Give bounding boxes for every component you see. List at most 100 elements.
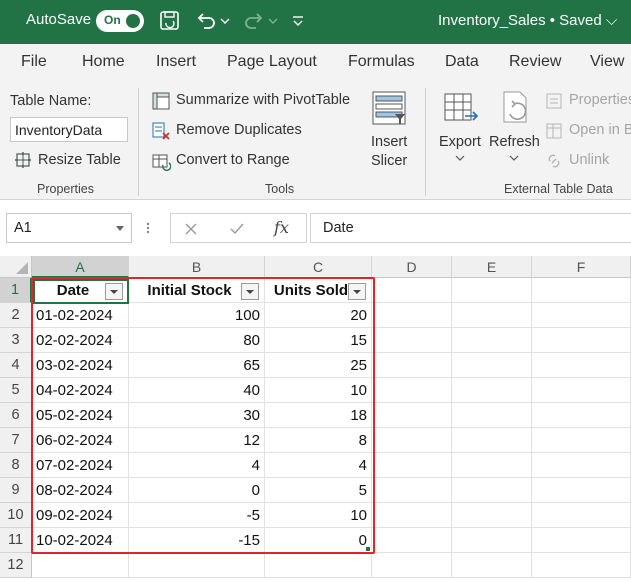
chevron-down-icon[interactable] xyxy=(116,226,124,231)
empty-cell[interactable] xyxy=(532,303,631,328)
column-header-a[interactable]: A xyxy=(32,256,129,278)
ribbon-tabs: File Home Insert Page Layout Formulas Da… xyxy=(0,44,631,82)
open-in-browser-button[interactable]: Open in B xyxy=(569,122,631,138)
tab-formulas[interactable]: Formulas xyxy=(348,53,415,71)
empty-cell[interactable] xyxy=(372,478,452,503)
cancel-icon[interactable] xyxy=(183,221,199,237)
column-header-e[interactable]: E xyxy=(452,256,532,278)
empty-cell[interactable] xyxy=(532,478,631,503)
empty-cell[interactable] xyxy=(532,353,631,378)
column-header-b[interactable]: B xyxy=(129,256,265,278)
empty-cell[interactable] xyxy=(372,328,452,353)
row-header-6[interactable]: 6 xyxy=(0,403,32,428)
row-header-11[interactable]: 11 xyxy=(0,528,32,553)
empty-cell[interactable] xyxy=(532,403,631,428)
empty-cell[interactable] xyxy=(532,378,631,403)
column-header-d[interactable]: D xyxy=(372,256,452,278)
empty-cell[interactable] xyxy=(372,278,452,303)
insert-slicer-button-line2[interactable]: Slicer xyxy=(371,153,407,169)
row-header-5[interactable]: 5 xyxy=(0,378,32,403)
row-header-4[interactable]: 4 xyxy=(0,353,32,378)
select-all-button[interactable] xyxy=(0,256,32,278)
tab-file[interactable]: File xyxy=(21,53,47,71)
empty-cell[interactable] xyxy=(372,528,452,553)
empty-cell[interactable] xyxy=(452,328,532,353)
undo-icon[interactable] xyxy=(194,9,218,33)
tab-data[interactable]: Data xyxy=(445,53,479,71)
summarize-pivot-button[interactable]: Summarize with PivotTable xyxy=(176,92,350,108)
empty-cell[interactable] xyxy=(532,553,631,578)
empty-cell[interactable] xyxy=(372,503,452,528)
empty-cell[interactable] xyxy=(452,478,532,503)
name-box[interactable]: A1 xyxy=(6,213,132,243)
open-in-browser-icon xyxy=(546,123,562,139)
empty-cell[interactable] xyxy=(372,353,452,378)
resize-table-button[interactable]: Resize Table xyxy=(38,152,121,168)
tab-insert[interactable]: Insert xyxy=(156,53,196,71)
formula-actions: fx xyxy=(170,213,307,243)
tab-view[interactable]: View xyxy=(590,53,624,71)
insert-slicer-button[interactable]: Insert xyxy=(371,134,407,150)
empty-cell[interactable] xyxy=(372,403,452,428)
row-header-3[interactable]: 3 xyxy=(0,328,32,353)
empty-cell[interactable] xyxy=(532,453,631,478)
refresh-dropdown-icon[interactable] xyxy=(509,155,519,163)
column-header-c[interactable]: C xyxy=(265,256,372,278)
row-header-8[interactable]: 8 xyxy=(0,453,32,478)
autosave-toggle[interactable]: On xyxy=(96,10,144,32)
document-title[interactable]: Inventory_Sales • Saved ⌵ xyxy=(438,12,617,29)
row-header-12[interactable]: 12 xyxy=(0,553,32,578)
empty-cell[interactable] xyxy=(372,453,452,478)
table-name-input[interactable] xyxy=(10,117,128,142)
row-header-2[interactable]: 2 xyxy=(0,303,32,328)
table-resize-handle[interactable] xyxy=(366,547,370,551)
empty-cell[interactable] xyxy=(452,428,532,453)
properties-button[interactable]: Properties xyxy=(569,92,631,108)
empty-cell[interactable] xyxy=(32,553,129,578)
convert-to-range-button[interactable]: Convert to Range xyxy=(176,152,290,168)
empty-cell[interactable] xyxy=(452,353,532,378)
empty-cell[interactable] xyxy=(129,553,265,578)
customize-toolbar-icon[interactable] xyxy=(290,9,306,33)
export-dropdown-icon[interactable] xyxy=(455,155,465,163)
enter-check-icon[interactable] xyxy=(229,221,245,237)
save-icon[interactable] xyxy=(158,9,182,33)
redo-dropdown-icon[interactable] xyxy=(267,9,279,33)
column-header-f[interactable]: F xyxy=(532,256,631,278)
refresh-button[interactable]: Refresh xyxy=(489,134,540,150)
unlink-button[interactable]: Unlink xyxy=(569,152,609,168)
formula-input[interactable]: Date xyxy=(310,213,631,243)
empty-cell[interactable] xyxy=(372,553,452,578)
empty-cell[interactable] xyxy=(532,528,631,553)
tab-page-layout[interactable]: Page Layout xyxy=(227,53,317,71)
row-header-10[interactable]: 10 xyxy=(0,503,32,528)
empty-cell[interactable] xyxy=(532,278,631,303)
redo-icon[interactable] xyxy=(242,9,266,33)
insert-function-icon[interactable]: fx xyxy=(274,218,289,237)
empty-cell[interactable] xyxy=(452,553,532,578)
export-button[interactable]: Export xyxy=(439,134,481,150)
empty-cell[interactable] xyxy=(452,378,532,403)
row-header-9[interactable]: 9 xyxy=(0,478,32,503)
more-options-icon[interactable] xyxy=(140,222,156,234)
empty-cell[interactable] xyxy=(452,453,532,478)
tab-home[interactable]: Home xyxy=(82,53,125,71)
empty-cell[interactable] xyxy=(452,503,532,528)
empty-cell[interactable] xyxy=(372,303,452,328)
empty-cell[interactable] xyxy=(452,278,532,303)
row-header-7[interactable]: 7 xyxy=(0,428,32,453)
empty-cell[interactable] xyxy=(452,303,532,328)
empty-cell[interactable] xyxy=(452,403,532,428)
empty-cell[interactable] xyxy=(372,428,452,453)
empty-cell[interactable] xyxy=(532,428,631,453)
unlink-icon xyxy=(548,154,560,168)
empty-cell[interactable] xyxy=(532,328,631,353)
remove-duplicates-button[interactable]: Remove Duplicates xyxy=(176,122,302,138)
undo-dropdown-icon[interactable] xyxy=(219,9,231,33)
empty-cell[interactable] xyxy=(372,378,452,403)
empty-cell[interactable] xyxy=(265,553,372,578)
tab-review[interactable]: Review xyxy=(509,53,561,71)
row-header-1[interactable]: 1 xyxy=(0,278,32,303)
empty-cell[interactable] xyxy=(532,503,631,528)
empty-cell[interactable] xyxy=(452,528,532,553)
